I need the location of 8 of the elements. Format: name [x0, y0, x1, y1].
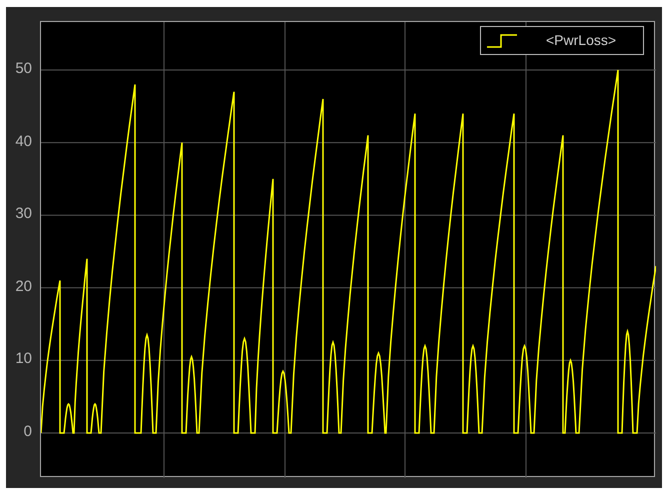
axis-tick-label: 20: [15, 278, 32, 295]
legend-label: <PwrLoss>: [546, 31, 616, 50]
axis-tick-label: 0: [24, 424, 32, 440]
axis-tick-label: 50: [15, 61, 32, 77]
axis-tick-label: 10: [15, 351, 32, 368]
axis-tick-label: 40: [15, 134, 32, 150]
axis-tick-label: 30: [15, 206, 32, 222]
step-line-icon: [486, 32, 518, 48]
